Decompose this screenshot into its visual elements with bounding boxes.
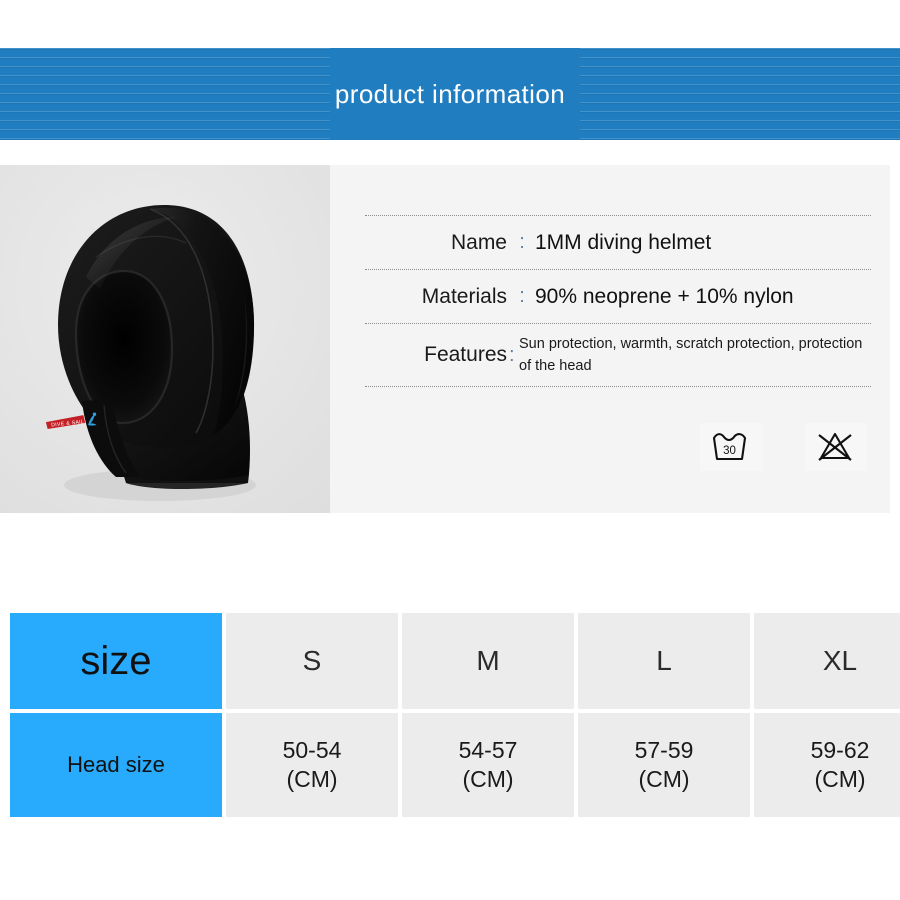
care-icon-cell: 30	[700, 423, 762, 471]
table-header-l: L	[578, 613, 750, 709]
table-cell-head-size-m: 54-57 (CM)	[402, 713, 574, 817]
spec-value-name: 1MM diving helmet	[535, 230, 712, 254]
spec-colon: :	[509, 343, 515, 366]
table-cell-head-size-s: 50-54 (CM)	[226, 713, 398, 817]
spec-label-materials: Materials	[421, 284, 507, 308]
table-header-xl: XL	[754, 613, 900, 709]
spec-row-features: Features : Sun protection, warmth, scrat…	[365, 324, 871, 386]
spec-value-features: Sun protection, warmth, scratch protecti…	[519, 335, 863, 374]
spec-label-features: Features	[424, 343, 507, 366]
care-instruction-icons: 30	[700, 423, 900, 471]
diving-hood-photo	[0, 165, 330, 513]
table-row-label-head-size: Head size	[10, 713, 222, 817]
table-header-m: M	[402, 613, 574, 709]
spec-colon: :	[519, 285, 525, 307]
table-header-s: S	[226, 613, 398, 709]
svg-text:30: 30	[723, 445, 736, 457]
product-information-banner: product information	[0, 48, 900, 140]
product-overview-section: DIVE & SAIL Name : 1MM diving helmet Mat…	[0, 165, 890, 513]
table-cell-head-size-xl: 59-62 (CM)	[754, 713, 900, 817]
spec-colon: :	[519, 231, 525, 253]
do-not-bleach-icon	[817, 432, 852, 461]
table-cell-head-size-l: 57-59 (CM)	[578, 713, 750, 817]
table-header-size: size	[10, 613, 222, 709]
spec-row-name: Name : 1MM diving helmet	[365, 216, 871, 269]
page-title: product information	[334, 78, 566, 109]
spec-divider	[365, 386, 871, 387]
product-photo-panel: DIVE & SAIL	[0, 165, 330, 513]
wash-30-icon: 30	[712, 433, 747, 461]
product-spec-list: Name : 1MM diving helmet Materials : 90%…	[365, 215, 871, 387]
product-info-panel: Name : 1MM diving helmet Materials : 90%…	[330, 165, 890, 513]
size-chart-table: size S M L XL Head size 50-54 (CM) 54-57(…	[10, 613, 900, 817]
spec-value-materials: 90% neoprene + 10% nylon	[535, 284, 794, 308]
spec-row-materials: Materials : 90% neoprene + 10% nylon	[365, 270, 871, 323]
spec-label-name: Name	[450, 230, 507, 254]
care-icon-cell	[804, 423, 867, 471]
